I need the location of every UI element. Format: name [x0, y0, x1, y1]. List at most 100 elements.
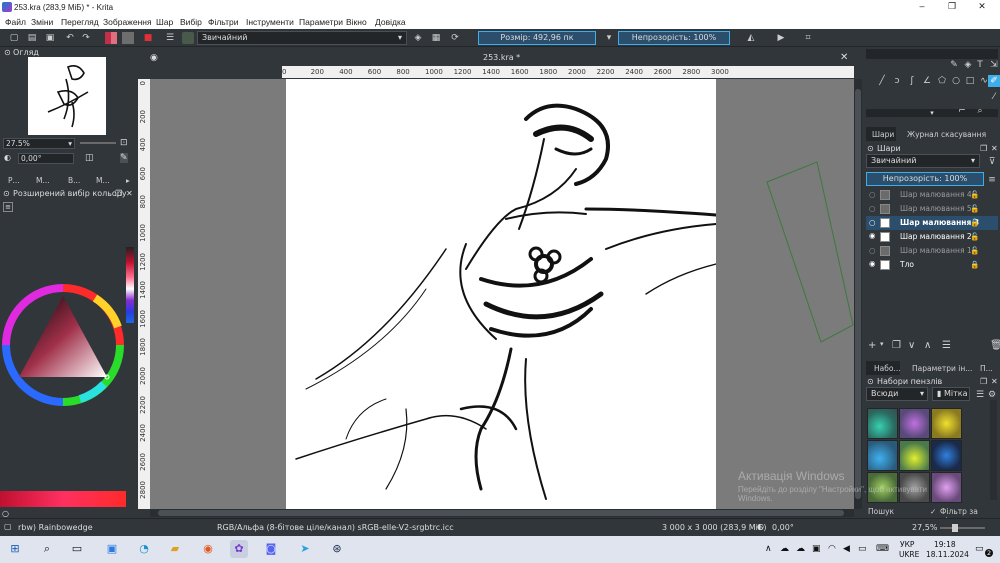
network-icon[interactable]: ▣ [812, 544, 821, 554]
menu-image[interactable]: Зображення [103, 17, 152, 27]
brush-size-slider[interactable]: Розмір: 492,96 пк [478, 31, 596, 45]
visibility-icon[interactable]: ◉ [869, 259, 876, 268]
visibility-icon[interactable]: ○ [869, 246, 876, 255]
pin-icon[interactable]: ✎ [120, 153, 128, 163]
menu-layer[interactable]: Шар [156, 17, 173, 27]
tab-left-3[interactable]: В... [68, 176, 80, 185]
undo-icon[interactable]: ↶ [64, 32, 76, 44]
drawing-canvas[interactable] [286, 79, 718, 509]
line-tool-icon[interactable]: ╱ [876, 75, 888, 87]
new-document-icon[interactable]: ▢ [8, 32, 20, 44]
open-document-icon[interactable]: ▤ [26, 32, 38, 44]
color-strip[interactable] [0, 491, 126, 507]
layer-row[interactable]: ○ Шар малювання 1 🔓 [866, 244, 998, 258]
brush-preset-icon[interactable] [182, 32, 194, 44]
menu-tools[interactable]: Інструменти [246, 17, 294, 27]
tab-scroll-icon[interactable]: ▸ [126, 176, 130, 185]
rotation-input[interactable]: 0,00° [18, 153, 74, 164]
battery-icon[interactable]: ▭ [858, 544, 867, 554]
brush-preset-item[interactable] [867, 408, 898, 439]
clock-time[interactable]: 19:18 [934, 540, 956, 549]
brush-settings-icon[interactable]: ☰ [164, 32, 176, 44]
close-document-icon[interactable]: ✕ [840, 52, 848, 63]
task-view-icon[interactable]: ▭ [68, 540, 86, 558]
brush-tag-select[interactable]: ▮ Мітка [932, 387, 970, 401]
color-swatches[interactable] [126, 247, 134, 323]
eraser-icon[interactable]: ◈ [412, 32, 424, 44]
view-mode-icon[interactable]: ☰ [974, 389, 986, 401]
saturation-triangle[interactable] [19, 296, 107, 377]
visibility-icon[interactable]: ○ [869, 190, 876, 199]
float-icon[interactable]: ❐ [980, 144, 987, 153]
blend-mode-select[interactable]: Звичайний ▾ [197, 31, 407, 45]
chevron-down-icon[interactable]: ▾ [880, 340, 884, 348]
brush-tool-icon[interactable]: ✐ [988, 75, 1000, 87]
start-button-icon[interactable]: ⊞ [6, 540, 24, 558]
layer-row[interactable]: ○ Шар малювання 5 🔓 [866, 202, 998, 216]
freehand-path-icon[interactable]: ʃ [906, 75, 918, 87]
close-window-button[interactable]: ✕ [968, 1, 996, 14]
fit-view-icon[interactable]: ⊡ [120, 138, 128, 148]
zoom-slider[interactable] [80, 142, 116, 144]
lock-icon[interactable]: 🔓 [970, 190, 979, 199]
brush-preset-item[interactable] [899, 440, 930, 471]
delete-layer-icon[interactable]: 🗑 [990, 340, 1000, 351]
gradient-icon[interactable] [105, 32, 117, 44]
tab-undo-history[interactable]: Журнал скасування [907, 130, 986, 139]
horizontal-scrollbar-thumb[interactable] [158, 510, 844, 516]
discord-icon[interactable]: ◙ [262, 540, 280, 558]
duplicate-layer-icon[interactable]: ❐ [892, 340, 901, 351]
tab-left-4[interactable]: М... [96, 176, 110, 185]
tab-left-2[interactable]: М... [36, 176, 50, 185]
vertical-scrollbar[interactable] [854, 79, 862, 509]
close-icon[interactable]: ✕ [126, 189, 133, 198]
wifi-icon[interactable]: ◠ [828, 544, 836, 554]
mirror-vertical-icon[interactable]: ▶ [775, 32, 787, 44]
lock-icon[interactable]: 🔓 [970, 246, 979, 255]
add-layer-icon[interactable]: + [868, 340, 876, 351]
mirror-view-icon[interactable]: ◫ [85, 153, 94, 163]
float-icon[interactable]: ❐ [980, 377, 987, 386]
layer-opacity-slider[interactable]: Непрозорість: 100% [866, 172, 984, 186]
minimize-button[interactable]: – [908, 1, 936, 14]
color-strip-handle-icon[interactable]: ○ [2, 509, 9, 518]
lock-icon[interactable]: 🔒 [970, 260, 979, 269]
reload-preset-icon[interactable]: ⟳ [449, 32, 461, 44]
curve-tool-icon[interactable]: ɔ [891, 75, 903, 87]
zoom-combo[interactable]: 27.5% ▾ [3, 138, 75, 149]
brush-filter-select[interactable]: Всюди ▾ [866, 387, 928, 401]
alpha-lock-icon[interactable]: ▦ [430, 32, 442, 44]
polygon-tool-icon[interactable]: ⬠ [936, 75, 948, 87]
brush-preset-item[interactable] [931, 408, 962, 439]
edge-icon[interactable]: ◔ [135, 540, 153, 558]
color-swap-icon[interactable]: ■ [142, 32, 154, 44]
layer-row[interactable]: ◉ Тло 🔒 [866, 258, 998, 272]
store-icon[interactable]: ▣ [103, 540, 121, 558]
visibility-icon[interactable]: ○ [869, 218, 876, 227]
ellipse-tool-icon[interactable]: ○ [950, 75, 962, 87]
polyline-tool-icon[interactable]: ∠ [921, 75, 933, 87]
visibility-icon[interactable]: ○ [869, 204, 876, 213]
crop-icon[interactable]: ⌗ [802, 32, 814, 44]
brush-scrollbar[interactable] [990, 400, 997, 500]
clock-date[interactable]: 18.11.2024 [926, 550, 969, 559]
menu-settings[interactable]: Параметри [299, 17, 343, 27]
zoom-tool-icon[interactable]: ⌕ [974, 105, 986, 117]
document-tab-title[interactable]: 253.kra * [483, 53, 520, 62]
redo-icon[interactable]: ↷ [80, 32, 92, 44]
layer-row[interactable]: ◉ Шар малювання 2 🔓 [866, 230, 998, 244]
volume-icon[interactable]: ◀ [843, 544, 850, 554]
horizontal-scrollbar[interactable] [150, 509, 854, 517]
opacity-slider[interactable]: Непрозорість: 100% [618, 31, 730, 45]
tab-left-1[interactable]: Р... [8, 176, 20, 185]
float-icon[interactable]: ❐ [115, 189, 122, 198]
firefox-icon[interactable]: ◉ [199, 540, 217, 558]
fill-tool-icon[interactable]: ◈ [962, 59, 974, 71]
save-document-icon[interactable]: ▣ [44, 32, 56, 44]
layer-properties-icon[interactable]: ☰ [942, 340, 951, 351]
notification-icon[interactable]: ▭ [975, 544, 984, 554]
layer-row[interactable]: ○ Шар малювання 4 🔓 [866, 188, 998, 202]
cloud-icon[interactable]: ☁ [796, 544, 805, 554]
mirror-horizontal-icon[interactable]: ◭ [745, 32, 757, 44]
brush-preset-item[interactable] [899, 408, 930, 439]
